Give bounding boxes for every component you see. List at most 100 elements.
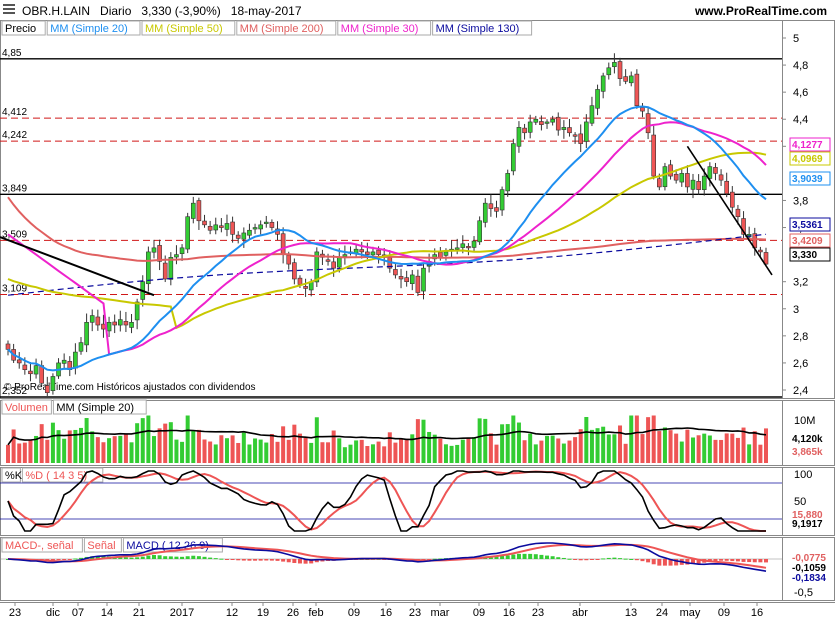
candle-body	[567, 127, 572, 134]
volume-bar	[292, 424, 297, 463]
level-label: 3,849	[2, 183, 27, 194]
price-label: 3,5361	[792, 220, 823, 231]
volume-bar	[387, 432, 392, 463]
volume-bar	[297, 433, 302, 463]
volume-bar	[640, 434, 645, 463]
volume-bar	[466, 438, 471, 463]
volume-bar	[752, 431, 757, 463]
stoch-label: 9,1917	[792, 519, 823, 530]
macd-hist-bar	[618, 558, 623, 560]
price-label: 3,9039	[792, 174, 823, 185]
volume-bar	[629, 415, 634, 463]
candle-body	[516, 127, 522, 147]
volume-bar	[101, 442, 106, 463]
candle-body	[112, 321, 117, 326]
volume-bar	[522, 440, 527, 463]
volume-bar	[399, 438, 404, 463]
volume-bar	[180, 441, 185, 463]
volume-bar	[545, 435, 550, 463]
candle-body	[718, 174, 724, 181]
candle-body	[651, 134, 657, 177]
x-tick-label: mar	[431, 607, 450, 619]
candle-body	[185, 216, 190, 250]
volume-bar	[269, 433, 274, 463]
x-tick-label: 16	[503, 607, 515, 619]
x-tick-label: 23	[9, 607, 21, 619]
chart-window: OBR.H.LAIN Diario 3,330 (-3,90%) 18-may-…	[0, 0, 835, 620]
volume-bar	[584, 416, 589, 463]
price-label: 4,1277	[792, 140, 823, 151]
candle-body	[679, 173, 685, 183]
candle-body	[600, 75, 606, 92]
volume-bar	[118, 435, 123, 463]
candle-body	[196, 200, 202, 222]
candle-body	[95, 316, 101, 326]
x-tick-label: 26	[287, 607, 299, 619]
volume-bar	[348, 444, 353, 463]
volume-bar	[623, 443, 628, 463]
volume-bar	[11, 429, 16, 463]
candle-body	[325, 259, 331, 262]
volume-bar	[516, 422, 521, 463]
volume-bar	[589, 429, 594, 463]
candle-body	[292, 262, 297, 280]
macd-hist-bar	[741, 559, 746, 562]
macd-hist-bar	[62, 559, 67, 560]
candle-body	[477, 220, 482, 243]
volume-bar	[685, 429, 690, 463]
candle-body	[701, 175, 707, 190]
macd-hist-bar	[719, 559, 724, 561]
volume-bar	[208, 441, 213, 463]
volume-bar	[460, 439, 465, 463]
volume-bar	[146, 415, 151, 463]
candle-body	[623, 76, 628, 82]
macd-hist-bar	[747, 559, 752, 563]
candle-body	[466, 246, 471, 249]
candle-body	[174, 254, 179, 258]
volume-bar	[646, 417, 651, 463]
volume-bar	[359, 439, 364, 463]
macd-label: -0,1834	[792, 573, 826, 584]
macd-hist-bar	[224, 559, 229, 560]
candle-body	[578, 133, 584, 144]
macd-hist-bar	[258, 559, 263, 561]
candle-body	[499, 189, 505, 211]
macd-hist-bar	[764, 559, 768, 563]
x-tick-label: 23	[409, 607, 421, 619]
candle-body	[106, 322, 112, 332]
macd-hist-bar	[533, 554, 538, 559]
candle-body	[247, 229, 252, 236]
macd-hist-bar	[589, 559, 594, 560]
price-label: 3,4209	[792, 236, 823, 247]
volume-bar	[764, 428, 768, 463]
volume-bar	[707, 435, 712, 463]
volume-bar	[247, 444, 252, 463]
candle-body	[219, 225, 224, 228]
macd-hist-bar	[758, 559, 763, 563]
macd-hist-bar	[129, 557, 134, 559]
candle-body	[505, 173, 511, 192]
stoch-tick: 100	[794, 469, 812, 481]
candle-body	[336, 257, 342, 268]
trendline-down-right	[686, 145, 773, 276]
macd-hist-bar	[584, 559, 589, 561]
macd-hist-bar	[578, 559, 583, 561]
volume-bar	[421, 419, 426, 463]
volume-bar	[45, 439, 50, 463]
volume-bar	[331, 430, 336, 463]
macd-hist-bar	[573, 559, 578, 560]
volume-bar	[657, 431, 662, 463]
macd-hist-bar	[651, 559, 656, 565]
candle-body	[84, 322, 89, 346]
candle-body	[421, 267, 426, 292]
macd-hist-bar	[567, 558, 572, 560]
macd-hist-bar	[140, 556, 145, 559]
candle-body	[269, 221, 275, 228]
volume-bar	[185, 415, 190, 463]
macd-hist-bar	[123, 557, 128, 559]
candle-body	[22, 364, 28, 370]
candle-body	[488, 203, 494, 209]
candle-body	[409, 274, 415, 284]
volume-bar	[17, 443, 22, 463]
macd-hist-bar	[151, 555, 156, 559]
